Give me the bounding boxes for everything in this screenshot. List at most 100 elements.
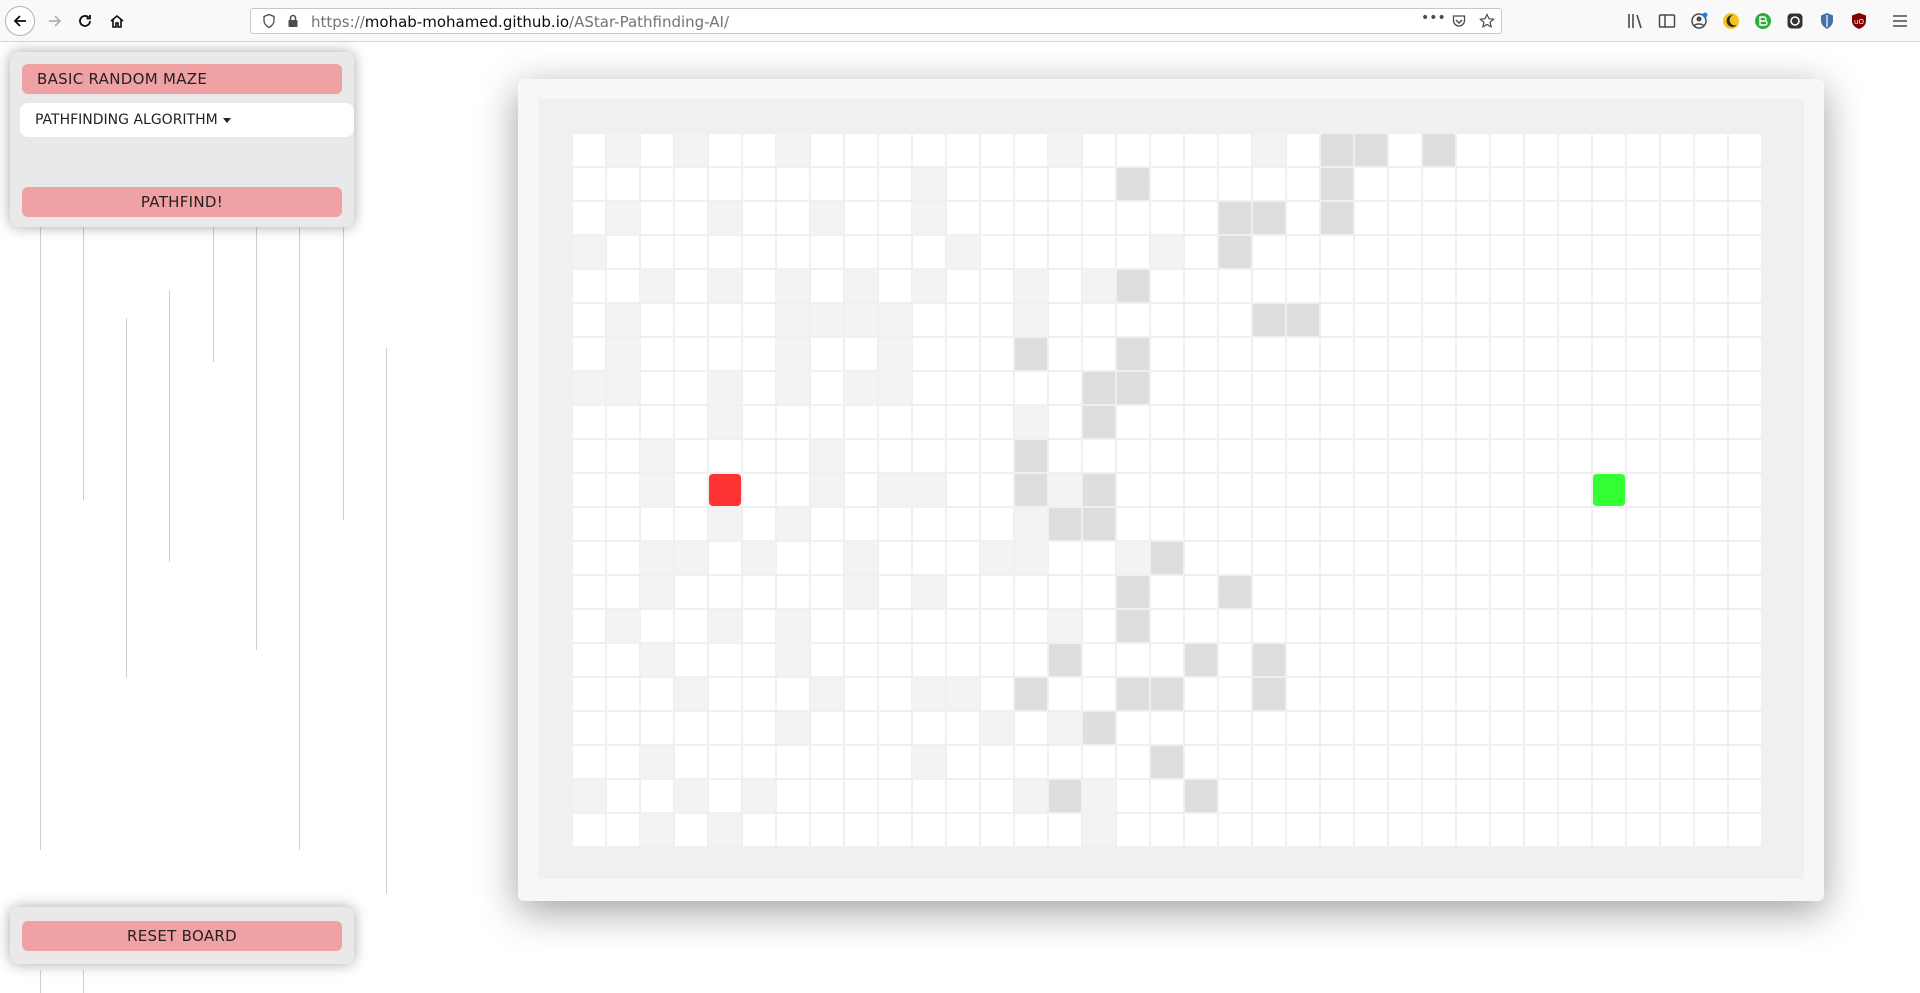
back-button[interactable] (5, 6, 35, 36)
wall-cell[interactable] (641, 576, 673, 608)
grid-cell[interactable] (981, 338, 1013, 370)
grid-cell[interactable] (1593, 236, 1625, 268)
grid-cell[interactable] (1457, 270, 1489, 302)
grid-cell[interactable] (1729, 746, 1761, 778)
grid-cell[interactable] (573, 202, 605, 234)
wall-cell[interactable] (1287, 304, 1319, 336)
grid-cell[interactable] (1559, 814, 1591, 846)
grid-cell[interactable] (1219, 440, 1251, 472)
grid-cell[interactable] (1219, 508, 1251, 540)
grid-cell[interactable] (1287, 542, 1319, 574)
grid-cell[interactable] (1083, 134, 1115, 166)
wall-cell[interactable] (1151, 542, 1183, 574)
grid-cell[interactable] (1321, 270, 1353, 302)
grid-cell[interactable] (1627, 814, 1659, 846)
grid-cell[interactable] (1525, 168, 1557, 200)
grid-cell[interactable] (1525, 202, 1557, 234)
grid-cell[interactable] (1117, 746, 1149, 778)
grid-cell[interactable] (1559, 168, 1591, 200)
wall-cell[interactable] (607, 202, 639, 234)
grid-cell[interactable] (1559, 270, 1591, 302)
grid-cell[interactable] (1015, 134, 1047, 166)
grid-cell[interactable] (811, 712, 843, 744)
basic-random-maze-button[interactable]: BASIC RANDOM MAZE (22, 64, 342, 94)
grid-cell[interactable] (573, 440, 605, 472)
wall-cell[interactable] (1049, 712, 1081, 744)
grid-cell[interactable] (1661, 168, 1693, 200)
wall-cell[interactable] (1117, 576, 1149, 608)
wall-cell[interactable] (1185, 644, 1217, 676)
grid-cell[interactable] (1457, 372, 1489, 404)
grid-cell[interactable] (1253, 474, 1285, 506)
grid-cell[interactable] (947, 746, 979, 778)
grid-cell[interactable] (1525, 542, 1557, 574)
grid-cell[interactable] (879, 644, 911, 676)
grid-cell[interactable] (1457, 304, 1489, 336)
grid-cell[interactable] (1083, 440, 1115, 472)
grid-cell[interactable] (913, 712, 945, 744)
privacy-extension-icon[interactable] (1785, 11, 1805, 31)
pathfinding-algorithm-dropdown[interactable]: PATHFINDING ALGORITHM (20, 103, 354, 137)
grid-cell[interactable] (1389, 576, 1421, 608)
wall-cell[interactable] (675, 134, 707, 166)
grid-cell[interactable] (1627, 678, 1659, 710)
grid-cell[interactable] (1559, 780, 1591, 812)
grid-cell[interactable] (1457, 644, 1489, 676)
wall-cell[interactable] (641, 746, 673, 778)
wall-cell[interactable] (1253, 304, 1285, 336)
grid-cell[interactable] (1627, 270, 1659, 302)
grid-cell[interactable] (1287, 576, 1319, 608)
grid-cell[interactable] (1627, 474, 1659, 506)
grid-cell[interactable] (607, 236, 639, 268)
grid-cell[interactable] (981, 508, 1013, 540)
grid-cell[interactable] (641, 202, 673, 234)
grid-cell[interactable] (709, 712, 741, 744)
wall-cell[interactable] (845, 372, 877, 404)
grid-cell[interactable] (1593, 440, 1625, 472)
grid-cell[interactable] (1185, 304, 1217, 336)
grid-cell[interactable] (1457, 508, 1489, 540)
grid-cell[interactable] (743, 372, 775, 404)
grid-cell[interactable] (1253, 270, 1285, 302)
grid-cell[interactable] (1015, 236, 1047, 268)
page-actions-menu-icon[interactable]: ••• (1421, 10, 1446, 26)
grid-cell[interactable] (1525, 440, 1557, 472)
grid-cell[interactable] (1321, 542, 1353, 574)
grid-cell[interactable] (845, 440, 877, 472)
grid-cell[interactable] (1321, 712, 1353, 744)
grid-cell[interactable] (1321, 474, 1353, 506)
grid-cell[interactable] (1593, 134, 1625, 166)
grid-cell[interactable] (1117, 814, 1149, 846)
grid-cell[interactable] (1355, 814, 1387, 846)
wall-cell[interactable] (1219, 576, 1251, 608)
grid-cell[interactable] (641, 338, 673, 370)
grid-cell[interactable] (709, 168, 741, 200)
grid-cell[interactable] (1661, 440, 1693, 472)
grid-cell[interactable] (641, 508, 673, 540)
grid-cell[interactable] (1287, 372, 1319, 404)
grid-cell[interactable] (845, 644, 877, 676)
grid-cell[interactable] (1355, 440, 1387, 472)
grid-cell[interactable] (1695, 168, 1727, 200)
grid-cell[interactable] (1423, 406, 1455, 438)
grid-cell[interactable] (607, 814, 639, 846)
grid-cell[interactable] (1219, 814, 1251, 846)
grid-cell[interactable] (1423, 474, 1455, 506)
grid-cell[interactable] (1321, 644, 1353, 676)
grid-cell[interactable] (913, 440, 945, 472)
grid-cell[interactable] (743, 474, 775, 506)
grid-cell[interactable] (1083, 542, 1115, 574)
grid-cell[interactable] (1015, 202, 1047, 234)
wall-cell[interactable] (607, 338, 639, 370)
wall-cell[interactable] (607, 610, 639, 642)
grid-cell[interactable] (947, 474, 979, 506)
grid-cell[interactable] (743, 678, 775, 710)
grid-cell[interactable] (1287, 236, 1319, 268)
grid-cell[interactable] (573, 644, 605, 676)
grid-cell[interactable] (1253, 440, 1285, 472)
grid-cell[interactable] (811, 780, 843, 812)
wall-cell[interactable] (1117, 610, 1149, 642)
grid-cell[interactable] (1457, 678, 1489, 710)
grid-cell[interactable] (1049, 168, 1081, 200)
grid-cell[interactable] (1287, 610, 1319, 642)
